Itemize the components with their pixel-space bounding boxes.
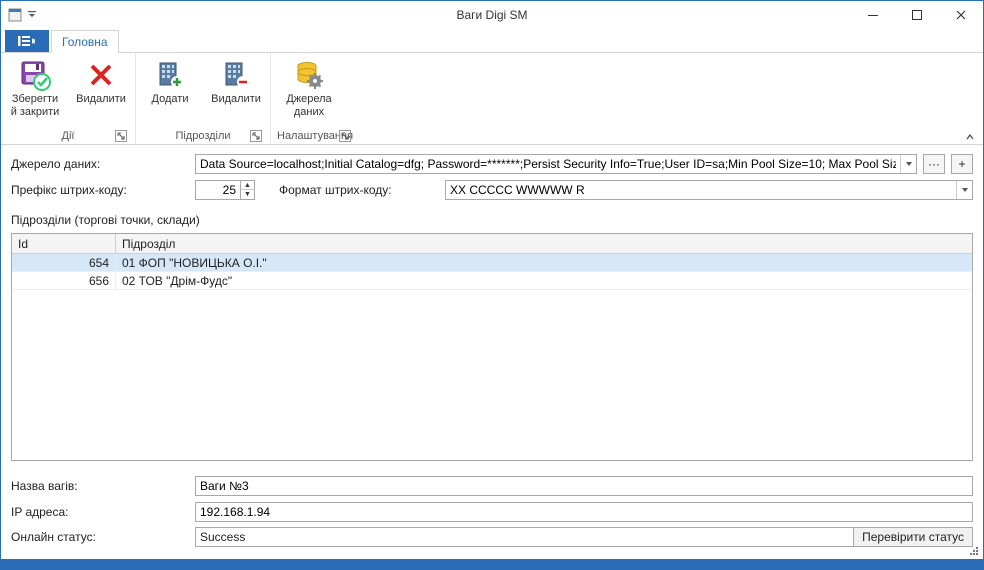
building-delete-icon [220, 59, 252, 91]
ribbon: Зберегти й закрити Видалити Дії [1, 53, 983, 145]
title-bar: Ваги Digi SM [1, 1, 983, 29]
group-departments-caption: Підрозділи [142, 128, 264, 144]
table-row[interactable]: 65401 ФОП "НОВИЦЬКА О.І." [12, 254, 972, 272]
tab-main[interactable]: Головна [51, 30, 119, 52]
cell-id: 654 [12, 254, 116, 271]
file-tab[interactable] [5, 30, 49, 52]
status-value: Success [196, 530, 853, 544]
collapse-ribbon-icon[interactable] [965, 132, 975, 142]
ip-label: IP адреса: [11, 505, 189, 519]
data-source-label: Джерело даних: [11, 157, 189, 171]
app-icon [7, 7, 23, 23]
delete-x-icon [85, 59, 117, 91]
quick-access-toolbar [1, 7, 37, 23]
delete-button[interactable]: Видалити [73, 57, 129, 106]
dialog-launcher-icon[interactable] [115, 130, 127, 142]
delete-label: Видалити [76, 93, 126, 106]
check-status-button[interactable]: Перевірити статус [853, 528, 972, 546]
grid-body: 65401 ФОП "НОВИЦЬКА О.І."65602 ТОВ "Дрім… [12, 254, 972, 460]
data-sources-button[interactable]: Джерела даних [277, 57, 341, 119]
spinner-up-icon[interactable]: ▲ [241, 181, 254, 190]
delete-department-button[interactable]: Видалити [208, 57, 264, 106]
ribbon-group-departments: Додати Видалити Підрозділи [136, 53, 271, 144]
chevron-down-icon[interactable] [956, 181, 972, 199]
dialog-launcher-icon[interactable] [250, 130, 262, 142]
data-source-browse-button[interactable]: ··· [923, 154, 945, 174]
building-add-icon [154, 59, 186, 91]
ribbon-group-actions: Зберегти й закрити Видалити Дії [1, 53, 136, 144]
close-button[interactable] [939, 1, 983, 29]
ip-input[interactable] [195, 502, 973, 522]
resize-grip-icon[interactable] [968, 545, 980, 557]
row-status: Онлайн статус: Success Перевірити статус [11, 527, 973, 547]
row-data-source: Джерело даних: ··· + [11, 153, 973, 175]
add-department-label: Додати [152, 93, 189, 106]
bottom-strip [1, 559, 983, 569]
maximize-button[interactable] [895, 1, 939, 29]
table-row[interactable]: 65602 ТОВ "Дрім-Фудс" [12, 272, 972, 290]
group-settings-caption: Налаштування [277, 128, 353, 144]
bottom-section: Назва вагів: IP адреса: Онлайн статус: S… [11, 475, 973, 547]
cell-name: 01 ФОП "НОВИЦЬКА О.І." [116, 254, 972, 271]
save-and-close-label: Зберегти й закрити [11, 93, 60, 119]
database-gear-icon [293, 59, 325, 91]
grid-header: Id Підрозділ [12, 234, 972, 254]
data-source-combo[interactable] [195, 154, 917, 174]
barcode-prefix-label: Префікс штрих-коду: [11, 183, 189, 197]
spinner-down-icon[interactable]: ▼ [241, 190, 254, 199]
grid-title: Підрозділи (торгові точки, склади) [11, 213, 973, 227]
qat-dropdown-icon[interactable] [27, 7, 37, 23]
barcode-prefix-input[interactable] [196, 181, 240, 199]
row-ip: IP адреса: [11, 501, 973, 523]
data-source-input[interactable] [196, 155, 900, 173]
chevron-down-icon[interactable] [900, 155, 916, 173]
window-title: Ваги Digi SM [456, 8, 527, 22]
form-area: Джерело даних: ··· + Префікс штрих-коду:… [1, 145, 983, 547]
row-barcode: Префікс штрих-коду: ▲ ▼ Формат штрих-код… [11, 179, 973, 201]
dialog-launcher-icon[interactable] [339, 130, 351, 142]
group-actions-caption: Дії [7, 128, 129, 144]
ribbon-tabs: Головна [1, 29, 983, 53]
status-box: Success Перевірити статус [195, 527, 973, 547]
cell-id: 656 [12, 272, 116, 289]
window-buttons [851, 1, 983, 29]
tab-main-label: Головна [62, 35, 108, 49]
save-check-icon [19, 59, 51, 91]
barcode-format-input[interactable] [446, 181, 956, 199]
data-sources-label: Джерела даних [286, 93, 331, 119]
barcode-prefix-spinner[interactable]: ▲ ▼ [195, 180, 255, 200]
save-and-close-button[interactable]: Зберегти й закрити [7, 57, 63, 119]
status-label: Онлайн статус: [11, 530, 189, 544]
col-header-id[interactable]: Id [12, 234, 116, 253]
departments-grid[interactable]: Id Підрозділ 65401 ФОП "НОВИЦЬКА О.І."65… [11, 233, 973, 461]
barcode-format-combo[interactable] [445, 180, 973, 200]
cell-name: 02 ТОВ "Дрім-Фудс" [116, 272, 972, 289]
minimize-button[interactable] [851, 1, 895, 29]
data-source-add-button[interactable]: + [951, 154, 973, 174]
col-header-name[interactable]: Підрозділ [116, 234, 972, 253]
row-scale-name: Назва вагів: [11, 475, 973, 497]
delete-department-label: Видалити [211, 93, 261, 106]
scale-name-input[interactable] [195, 476, 973, 496]
scale-name-label: Назва вагів: [11, 479, 189, 493]
add-department-button[interactable]: Додати [142, 57, 198, 106]
ribbon-group-settings: Джерела даних Налаштування [271, 53, 359, 144]
barcode-format-label: Формат штрих-коду: [279, 183, 439, 197]
